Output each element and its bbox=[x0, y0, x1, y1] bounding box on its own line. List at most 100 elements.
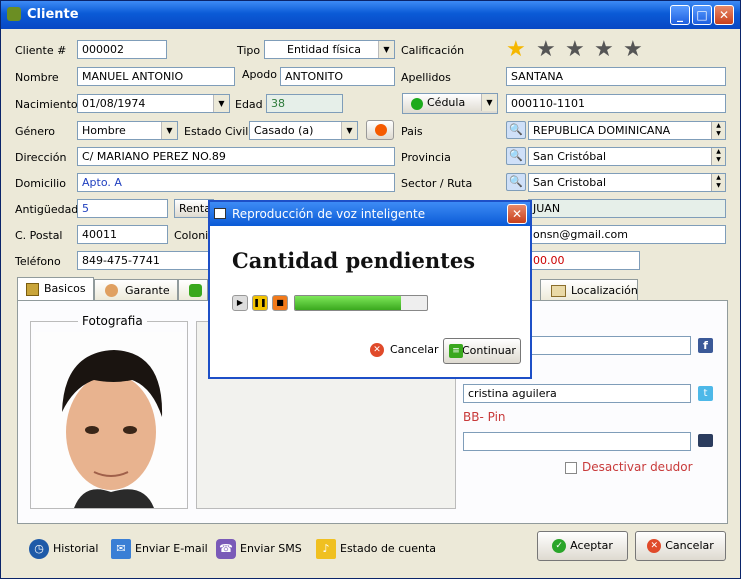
telefono-label: Teléfono bbox=[15, 255, 61, 268]
bb-pin-field[interactable] bbox=[463, 432, 691, 451]
apodo-field[interactable]: ANTONITO bbox=[280, 67, 395, 86]
nombre-label: Nombre bbox=[15, 71, 59, 84]
book-icon bbox=[26, 283, 39, 296]
spinner-icon[interactable]: ▲ ▼ bbox=[711, 174, 725, 191]
monto-field[interactable]: 00.00 bbox=[528, 251, 640, 270]
telefono-field[interactable]: 849-475-7741 bbox=[77, 251, 217, 270]
nombre-field[interactable]: MANUEL ANTONIO bbox=[77, 67, 235, 86]
dialog-continue-button[interactable]: ≡ Continuar bbox=[443, 338, 521, 364]
search-icon[interactable]: 🔍 bbox=[506, 147, 526, 165]
voice-dialog: Reproducción de voz inteligente ✕ Cantid… bbox=[208, 200, 532, 379]
enviar-sms-label: Enviar SMS bbox=[240, 542, 302, 555]
facebook-icon[interactable]: f bbox=[698, 338, 713, 353]
stop-icon[interactable]: ■ bbox=[272, 295, 288, 311]
calificacion-label: Calificación bbox=[401, 44, 465, 57]
speaker-icon: ♪ bbox=[316, 539, 336, 559]
progress-bar bbox=[294, 295, 428, 311]
direccion-label: Dirección bbox=[15, 151, 67, 164]
dialog-close-button[interactable]: ✕ bbox=[507, 204, 527, 224]
color-button[interactable] bbox=[366, 120, 394, 140]
tab-localizacion-label: Localización bbox=[571, 284, 638, 297]
genero-value: Hombre bbox=[82, 124, 126, 137]
pais-value: REPUBLICA DOMINICANA bbox=[533, 124, 671, 137]
tab-localizacion[interactable]: Localización bbox=[540, 279, 638, 301]
maximize-button[interactable]: □ bbox=[692, 5, 712, 25]
tab-basicos-label: Basicos bbox=[44, 282, 86, 295]
dialog-cancel-label: Cancelar bbox=[390, 343, 439, 356]
cancel-icon: ✕ bbox=[370, 343, 384, 357]
star-icon[interactable]: ★ bbox=[623, 37, 643, 62]
dialog-continue-label: Continuar bbox=[462, 344, 516, 357]
nacimiento-label: Nacimiento bbox=[15, 98, 78, 111]
enviar-email-label: Enviar E-mail bbox=[135, 542, 208, 555]
cancelar-button[interactable]: ✕ Cancelar bbox=[635, 531, 726, 561]
tab-garante[interactable]: Garante bbox=[94, 279, 178, 301]
tab-basicos[interactable]: Basicos bbox=[17, 277, 94, 301]
tipo-select[interactable]: Entidad física ▼ bbox=[264, 40, 395, 59]
nacimiento-value: 01/08/1974 bbox=[82, 97, 146, 110]
search-icon[interactable]: 🔍 bbox=[506, 173, 526, 191]
twitter-icon[interactable]: t bbox=[698, 386, 713, 401]
desactivar-checkbox[interactable] bbox=[565, 462, 577, 474]
estado-cuenta-label: Estado de cuenta bbox=[340, 542, 437, 555]
minimize-button[interactable]: _ bbox=[670, 5, 690, 25]
apodo-label: Apodo bbox=[242, 68, 277, 81]
pais-field[interactable]: REPUBLICA DOMINICANA ▲ ▼ bbox=[528, 121, 726, 140]
cancel-icon: ✕ bbox=[647, 539, 662, 553]
codigo-postal-label: C. Postal bbox=[15, 229, 63, 242]
pais-label: Pais bbox=[401, 125, 423, 138]
documento-select[interactable]: Cédula ▼ bbox=[402, 93, 498, 114]
dialog-cancel-button[interactable]: ✕ Cancelar bbox=[370, 338, 439, 362]
close-button[interactable]: ✕ bbox=[714, 5, 734, 25]
list-icon: ≡ bbox=[449, 344, 463, 358]
desactivar-label: Desactivar deudor bbox=[582, 460, 693, 474]
chevron-down-icon: ▼ bbox=[378, 41, 394, 58]
enviar-email-link[interactable]: ✉ Enviar E-mail bbox=[111, 539, 208, 559]
twitter-field[interactable]: cristina aguilera bbox=[463, 384, 691, 403]
spinner-icon[interactable]: ▲ ▼ bbox=[711, 122, 725, 139]
play-icon[interactable]: ▶ bbox=[232, 295, 248, 311]
chevron-down-icon: ▼ bbox=[161, 122, 177, 139]
dialog-heading: Cantidad pendientes bbox=[232, 248, 476, 273]
phone-icon: ☎ bbox=[216, 539, 236, 559]
genero-select[interactable]: Hombre ▼ bbox=[77, 121, 178, 140]
direccion-field[interactable]: C/ MARIANO PEREZ NO.89 bbox=[77, 147, 395, 166]
tab-hidden[interactable] bbox=[178, 279, 208, 301]
chevron-down-icon: ▼ bbox=[341, 122, 357, 139]
status-dot-icon bbox=[411, 98, 423, 110]
enviar-sms-link[interactable]: ☎ Enviar SMS bbox=[216, 539, 302, 559]
domicilio-field[interactable]: Apto. A bbox=[77, 173, 395, 192]
cliente-label: Cliente # bbox=[15, 44, 67, 57]
juan-field: JUAN bbox=[528, 199, 726, 218]
pause-icon[interactable]: ❚❚ bbox=[252, 295, 268, 311]
dialog-title-bar: Reproducción de voz inteligente ✕ bbox=[210, 202, 530, 226]
documento-field[interactable]: 000110-1101 bbox=[506, 94, 726, 113]
apellidos-field[interactable]: SANTANA bbox=[506, 67, 726, 86]
star-icon[interactable]: ★ bbox=[536, 37, 556, 62]
tipo-value: Entidad física bbox=[287, 43, 361, 56]
historial-link[interactable]: ◷ Historial bbox=[29, 539, 98, 559]
nacimiento-field[interactable]: 01/08/1974 ▼ bbox=[77, 94, 230, 113]
sector-field[interactable]: San Cristobal ▲ ▼ bbox=[528, 173, 726, 192]
email-field[interactable]: onsn@gmail.com bbox=[528, 225, 726, 244]
search-icon[interactable]: 🔍 bbox=[506, 121, 526, 139]
person-icon bbox=[105, 284, 118, 297]
blackberry-icon[interactable] bbox=[698, 434, 713, 447]
sector-value: San Cristobal bbox=[533, 176, 607, 189]
aceptar-button[interactable]: ✓ Aceptar bbox=[537, 531, 628, 561]
star-icon[interactable]: ★ bbox=[506, 37, 526, 62]
provincia-field[interactable]: San Cristóbal ▲ ▼ bbox=[528, 147, 726, 166]
window-title: Cliente bbox=[27, 7, 79, 22]
star-icon[interactable]: ★ bbox=[565, 37, 585, 62]
provincia-value: San Cristóbal bbox=[533, 150, 607, 163]
provincia-label: Provincia bbox=[401, 151, 451, 164]
estado-cuenta-link[interactable]: ♪ Estado de cuenta bbox=[316, 539, 436, 559]
antiguedad-field[interactable]: 5 bbox=[77, 199, 168, 218]
estado-civil-select[interactable]: Casado (a) ▼ bbox=[249, 121, 358, 140]
codigo-postal-field[interactable]: 40011 bbox=[77, 225, 168, 244]
tab-garante-label: Garante bbox=[125, 284, 170, 297]
cancelar-label: Cancelar bbox=[665, 539, 714, 552]
star-icon[interactable]: ★ bbox=[594, 37, 614, 62]
cliente-field[interactable]: 000002 bbox=[77, 40, 167, 59]
spinner-icon[interactable]: ▲ ▼ bbox=[711, 148, 725, 165]
